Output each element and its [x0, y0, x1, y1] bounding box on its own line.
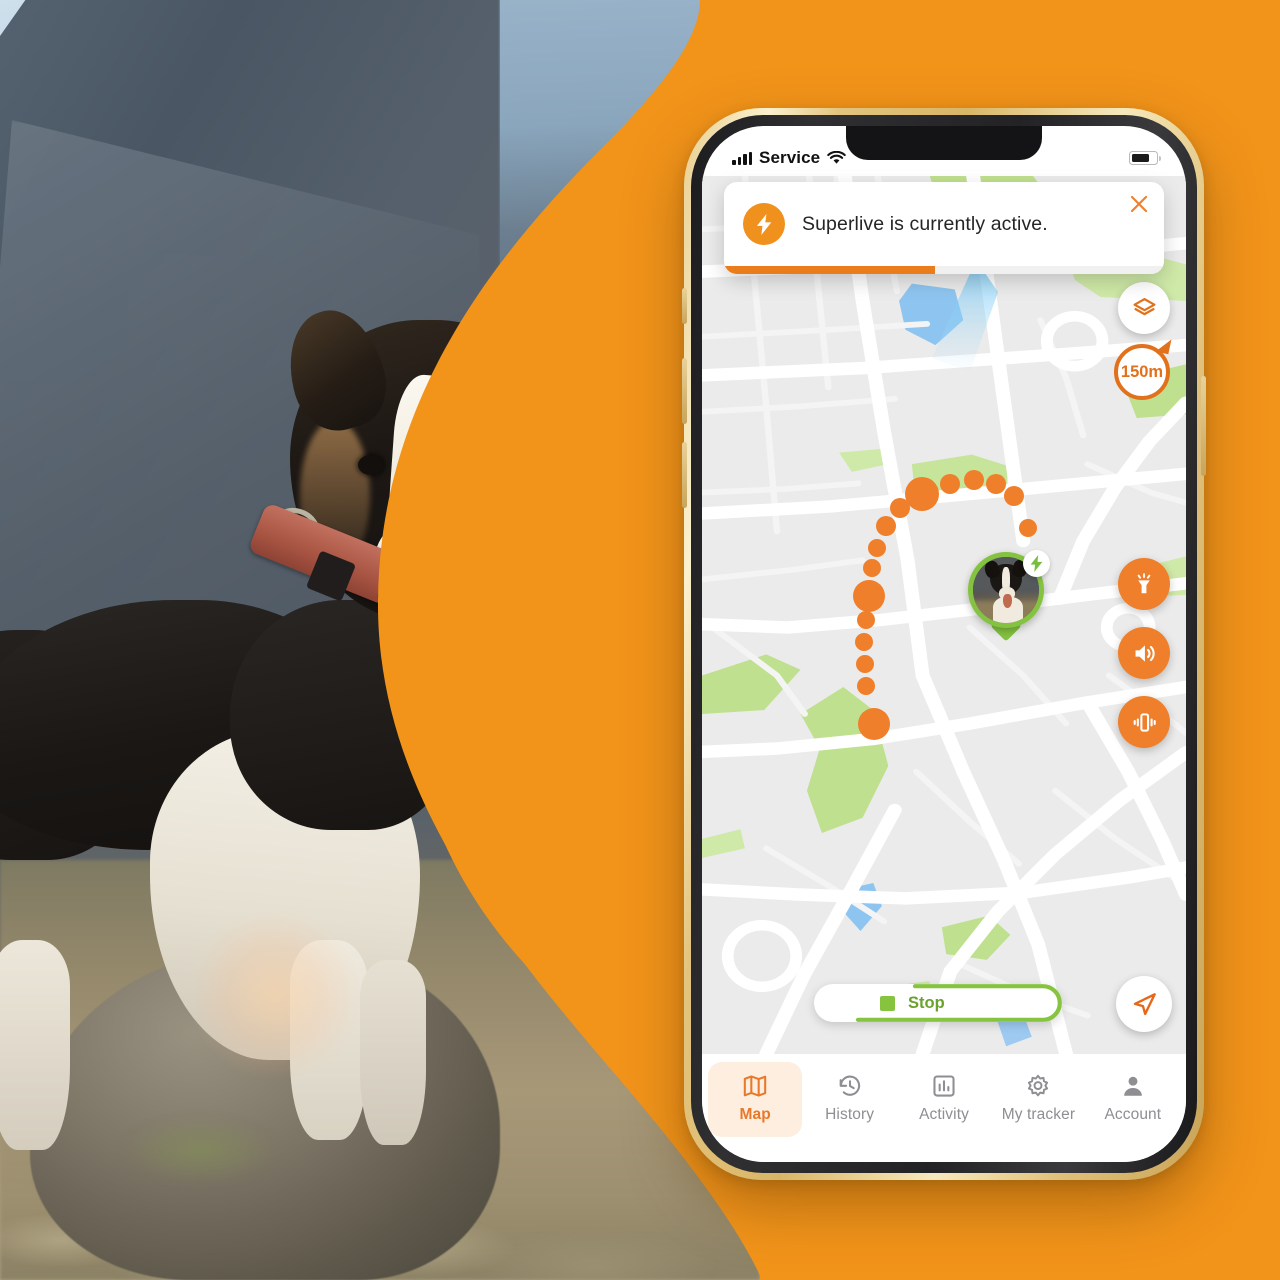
- notification-progress-track: [724, 266, 1164, 274]
- gear-icon: [1028, 1074, 1049, 1097]
- person-icon: [1123, 1076, 1142, 1096]
- stop-label: Stop: [908, 993, 945, 1012]
- carrier-label: Service: [759, 148, 821, 167]
- mute-switch[interactable]: [682, 288, 687, 324]
- map-icon: [743, 1075, 767, 1097]
- notification-progress-fill: [724, 266, 936, 274]
- screenshot-root: Service 150m Stop Superlive is currently…: [0, 0, 1280, 1280]
- tab-label: My tracker: [1001, 1106, 1076, 1123]
- history-clock-icon: [839, 1075, 860, 1096]
- tab-activity[interactable]: Activity: [897, 1062, 991, 1137]
- notification-message: Superlive is currently active.: [802, 212, 1048, 235]
- light-button[interactable]: [1118, 558, 1170, 610]
- vibrate-button[interactable]: [1118, 696, 1170, 748]
- volume-up-button[interactable]: [682, 358, 687, 424]
- radius-badge[interactable]: 150m: [1114, 344, 1170, 400]
- sound-button[interactable]: [1118, 627, 1170, 679]
- phone-notch: [846, 126, 1042, 160]
- navigate-arrow-icon: [1133, 992, 1156, 1015]
- phone-frame: Service 150m Stop Superlive is currently…: [691, 115, 1197, 1173]
- tab-label: Account: [1104, 1106, 1162, 1123]
- tab-map[interactable]: Map: [708, 1062, 803, 1137]
- tab-label: Activity: [919, 1106, 969, 1123]
- tab-label: Map: [739, 1106, 771, 1123]
- speaker-icon: [1135, 644, 1155, 662]
- layers-button[interactable]: [1118, 282, 1170, 334]
- close-icon[interactable]: [1128, 193, 1150, 215]
- battery-icon: [1129, 151, 1162, 165]
- phone-screen: Service 150m Stop Superlive is currently…: [702, 126, 1186, 1162]
- radius-value: 150m: [1120, 362, 1164, 381]
- tab-label: History: [825, 1106, 875, 1123]
- bottom-navigation: Map History Activity My tracker Account: [702, 1054, 1186, 1162]
- tab-history[interactable]: History: [802, 1062, 896, 1137]
- compass-button[interactable]: [1116, 976, 1172, 1032]
- signal-bars-icon: [732, 151, 752, 165]
- superlive-notification[interactable]: Superlive is currently active.: [724, 182, 1164, 274]
- map-canvas[interactable]: 150m Stop: [702, 176, 1186, 1054]
- flashlight-icon: [1137, 573, 1151, 594]
- power-button[interactable]: [1201, 376, 1206, 476]
- wifi-icon: [827, 151, 846, 164]
- vibrate-icon: [1133, 712, 1156, 732]
- lightning-bolt-icon: [743, 203, 785, 245]
- stop-square-icon: [880, 995, 895, 1011]
- stop-button[interactable]: Stop: [814, 984, 1062, 1022]
- bar-chart-icon: [933, 1075, 955, 1097]
- lightning-bolt-icon: [1023, 550, 1050, 577]
- tab-my-tracker[interactable]: My tracker: [991, 1062, 1085, 1137]
- pet-avatar-marker[interactable]: [968, 550, 1050, 642]
- tab-account[interactable]: Account: [1086, 1062, 1180, 1137]
- volume-down-button[interactable]: [682, 442, 687, 508]
- phone-device: Service 150m Stop Superlive is currently…: [682, 108, 1206, 1180]
- layers-icon: [1133, 297, 1155, 315]
